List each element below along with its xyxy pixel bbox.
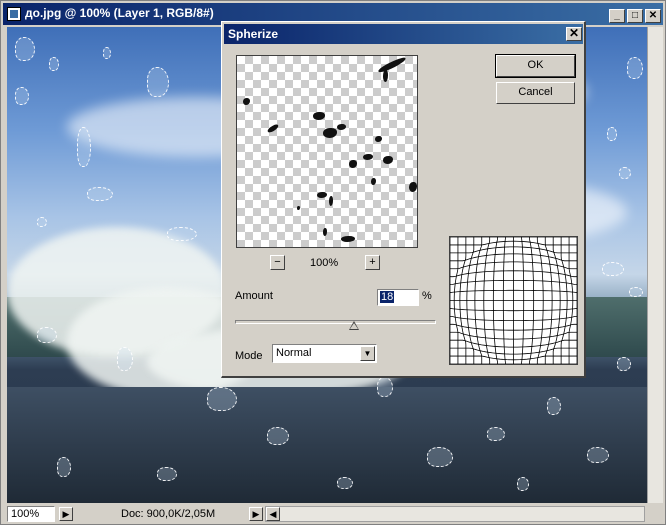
mode-value: Normal xyxy=(276,347,312,359)
dialog-close-button[interactable]: ✕ xyxy=(566,27,582,41)
status-menu-icon[interactable]: ▶ xyxy=(59,507,73,521)
dialog-titlebar[interactable]: Spherize ✕ xyxy=(224,24,583,44)
amount-slider[interactable] xyxy=(235,320,436,324)
dialog-title: Spherize xyxy=(228,27,279,41)
horizontal-scrollbar[interactable]: ◀ xyxy=(265,506,645,522)
ok-button[interactable]: OK xyxy=(495,54,576,78)
document-icon xyxy=(7,7,21,21)
scroll-left-icon[interactable]: ◀ xyxy=(266,507,280,521)
status-info-arrow-icon[interactable]: ▶ xyxy=(249,507,263,521)
preview-zoom-level: 100% xyxy=(310,257,339,269)
vertical-scrollbar[interactable] xyxy=(647,27,663,503)
amount-input[interactable]: 18 xyxy=(377,289,419,306)
amount-label: Amount xyxy=(235,290,273,302)
zoom-out-button[interactable]: − xyxy=(270,255,285,270)
amount-unit: % xyxy=(422,290,432,302)
document-title: до.jpg @ 100% (Layer 1, RGB/8#) xyxy=(25,6,214,20)
amount-value: 18 xyxy=(380,291,395,303)
zoom-level-field[interactable]: 100% xyxy=(7,506,55,522)
spherize-grid-preview xyxy=(449,236,578,365)
zoom-in-button[interactable]: + xyxy=(365,255,380,270)
chevron-down-icon[interactable]: ▼ xyxy=(360,346,375,361)
amount-slider-thumb[interactable] xyxy=(348,321,359,330)
close-window-button[interactable]: ✕ xyxy=(645,9,661,23)
maximize-button[interactable]: □ xyxy=(627,9,643,23)
mode-select[interactable]: Normal ▼ xyxy=(272,344,377,363)
minimize-button[interactable]: _ xyxy=(609,9,625,23)
mode-label: Mode xyxy=(235,350,263,362)
spherize-dialog: Spherize ✕ − 100% + OK Cancel Amount 18 … xyxy=(221,21,586,378)
cancel-button[interactable]: Cancel xyxy=(496,82,575,104)
document-info: Doc: 900,0K/2,05M xyxy=(121,508,216,520)
status-bar: 100% ▶ Doc: 900,0K/2,05M ▶ ◀ xyxy=(3,504,663,524)
filter-preview[interactable] xyxy=(236,55,418,248)
